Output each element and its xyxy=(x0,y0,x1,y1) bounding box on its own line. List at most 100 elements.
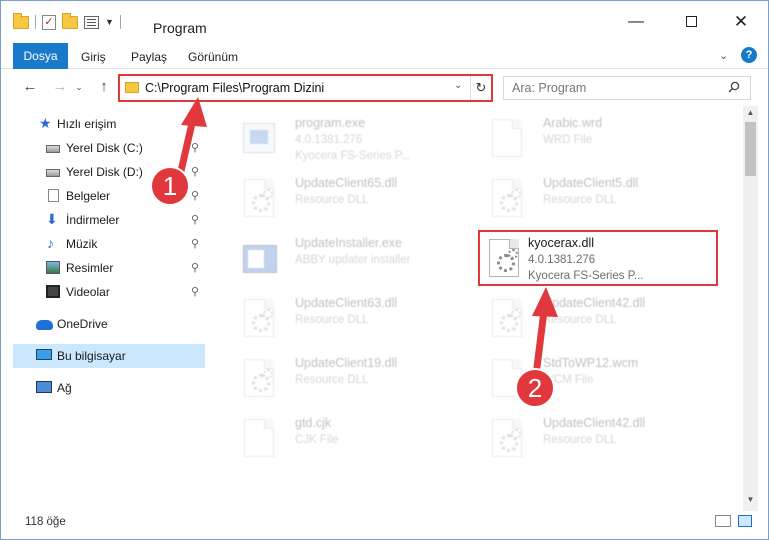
file-item[interactable]: gtd.cjk CJK File xyxy=(225,410,465,466)
search-input[interactable]: Ara: Program xyxy=(503,76,751,100)
file-item-kyocerax[interactable]: kyocerax.dll 4.0.1381.276 Kyocera FS-Ser… xyxy=(478,230,718,286)
file-item[interactable]: UpdateClient65.dll Resource DLL xyxy=(225,170,465,226)
download-icon: ⬇ xyxy=(46,211,58,227)
search-placeholder: Ara: Program xyxy=(512,81,587,95)
minimize-button[interactable]: — xyxy=(621,11,651,33)
file-item[interactable]: Arabic.wrd WRD File xyxy=(473,110,713,166)
documents-icon xyxy=(48,189,59,202)
search-icon[interactable] xyxy=(728,81,740,93)
vertical-scrollbar[interactable]: ▲ ▼ xyxy=(743,106,758,511)
file-version: 4.0.1381.276 xyxy=(528,254,596,266)
recent-locations-button[interactable]: ⌄ xyxy=(73,77,85,97)
file-description: Kyocera FS-Series P... xyxy=(295,150,411,162)
status-bar: 118 öğe xyxy=(1,511,768,539)
address-dropdown-icon[interactable]: ⌄ xyxy=(454,80,462,91)
tab-file[interactable]: Dosya xyxy=(13,43,68,69)
forward-button[interactable]: → xyxy=(49,77,71,97)
pin-icon[interactable]: ⚲ xyxy=(191,184,199,208)
file-description: Kyocera FS-Series P... xyxy=(528,270,644,282)
address-path[interactable]: C:\Program Files\Program Dizini xyxy=(145,81,324,95)
up-button[interactable]: ↑ xyxy=(93,77,115,97)
file-name: program.exe xyxy=(295,116,366,130)
videos-icon xyxy=(46,285,60,298)
sidebar-item-onedrive[interactable]: OneDrive xyxy=(13,312,205,336)
sidebar-item-local-disk-d[interactable]: Yerel Disk (D:) ⚲ xyxy=(13,160,205,184)
sidebar-item-label: OneDrive xyxy=(57,317,108,331)
sidebar-item-documents[interactable]: Belgeler ⚲ xyxy=(13,184,205,208)
pin-icon[interactable]: ⚲ xyxy=(191,280,199,304)
sidebar-item-label: Müzik xyxy=(66,237,98,251)
file-item[interactable]: UpdateInstaller.exe ABBY updater install… xyxy=(225,230,465,286)
music-icon: ♪ xyxy=(47,235,54,251)
maximize-icon xyxy=(685,16,697,27)
file-name: UpdateClient65.dll xyxy=(295,176,398,190)
sidebar-item-pictures[interactable]: Resimler ⚲ xyxy=(13,256,205,280)
sidebar-item-label: Resimler xyxy=(66,261,114,275)
customize-toolbar-arrow-icon[interactable]: ▼ xyxy=(105,17,114,27)
sidebar-item-label: Hızlı erişim xyxy=(57,117,117,131)
sidebar-item-label: Videolar xyxy=(66,285,110,299)
dll-icon xyxy=(241,297,277,341)
file-type: Resource DLL xyxy=(543,314,617,326)
folder-icon xyxy=(125,82,139,93)
close-button[interactable]: ✕ xyxy=(726,11,756,33)
file-name: UpdateClient42.dll xyxy=(543,416,646,430)
tab-view[interactable]: Görünüm xyxy=(178,46,248,68)
file-type: WCM File xyxy=(543,374,594,386)
back-button[interactable]: ← xyxy=(19,77,41,97)
file-item[interactable]: UpdateClient63.dll Resource DLL xyxy=(225,290,465,346)
help-icon[interactable]: ? xyxy=(741,47,757,63)
dll-icon xyxy=(241,357,277,401)
sidebar-item-network[interactable]: Ağ xyxy=(13,376,205,400)
tab-share[interactable]: Paylaş xyxy=(121,46,177,68)
file-type: Resource DLL xyxy=(543,194,617,206)
computer-icon xyxy=(36,349,52,360)
file-item[interactable]: UpdateClient42.dll Resource DLL xyxy=(473,410,713,466)
properties-icon[interactable] xyxy=(84,15,99,29)
explorer-window: ✓ ▼ Program — ✕ Dosya Giriş Paylaş Görün… xyxy=(0,0,769,540)
address-bar[interactable]: C:\Program Files\Program Dizini ⌄ ↻ xyxy=(118,74,493,102)
refresh-button[interactable]: ↻ xyxy=(470,76,491,100)
new-folder-icon[interactable] xyxy=(62,12,78,29)
quick-access-toolbar: ✓ ▼ xyxy=(13,12,121,32)
file-type: Resource DLL xyxy=(295,314,369,326)
sidebar-item-label: Belgeler xyxy=(66,189,111,203)
sidebar-item-quick-access[interactable]: ★ Hızlı erişim xyxy=(13,112,205,136)
sidebar-item-this-pc[interactable]: Bu bilgisayar xyxy=(13,344,205,368)
sidebar-item-label: Bu bilgisayar xyxy=(57,349,126,363)
scroll-up-arrow-icon[interactable]: ▲ xyxy=(743,108,758,120)
scroll-down-arrow-icon[interactable]: ▼ xyxy=(743,495,758,507)
file-name: Arabic.wrd xyxy=(543,116,603,130)
file-item[interactable]: UpdateClient5.dll Resource DLL xyxy=(473,170,713,226)
page-icon xyxy=(241,417,277,461)
tiles-view-icon[interactable] xyxy=(738,515,752,527)
sidebar-item-videos[interactable]: Videolar ⚲ xyxy=(13,280,205,304)
maximize-button[interactable] xyxy=(676,11,706,33)
file-type: Resource DLL xyxy=(543,434,617,446)
sidebar-item-music[interactable]: ♪ Müzik ⚲ xyxy=(13,232,205,256)
disk-icon xyxy=(46,145,60,153)
ribbon-tabs: Dosya Giriş Paylaş Görünüm ⌄ ? xyxy=(1,43,768,69)
file-type: Resource DLL xyxy=(295,374,369,386)
tab-home[interactable]: Giriş xyxy=(71,46,116,68)
sidebar-item-local-disk-c[interactable]: Yerel Disk (C:) ⚲ xyxy=(13,136,205,160)
sidebar-item-label: İndirmeler xyxy=(66,213,120,227)
pin-icon[interactable]: ⚲ xyxy=(191,136,199,160)
expand-ribbon-icon[interactable]: ⌄ xyxy=(719,49,728,62)
file-item[interactable]: program.exe 4.0.1381.276 Kyocera FS-Seri… xyxy=(225,110,465,166)
sidebar-item-downloads[interactable]: ⬇ İndirmeler ⚲ xyxy=(13,208,205,232)
pin-icon[interactable]: ⚲ xyxy=(191,208,199,232)
file-name: StdToWP12.wcm xyxy=(543,356,639,370)
file-item[interactable]: UpdateClient19.dll Resource DLL xyxy=(225,350,465,406)
navigation-bar: ← → ⌄ ↑ C:\Program Files\Program Dizini … xyxy=(1,70,768,104)
pin-icon[interactable]: ⚲ xyxy=(191,256,199,280)
pin-icon[interactable]: ⚲ xyxy=(191,232,199,256)
pin-icon[interactable]: ⚲ xyxy=(191,160,199,184)
toolbar-divider xyxy=(119,15,121,29)
checkmark-icon[interactable]: ✓ xyxy=(42,14,56,30)
details-view-icon[interactable] xyxy=(715,515,731,527)
installer-icon xyxy=(241,237,277,281)
file-item[interactable]: UpdateClient42.dll Resource DLL xyxy=(473,290,713,346)
file-item[interactable]: StdToWP12.wcm WCM File xyxy=(473,350,713,406)
scrollbar-thumb[interactable] xyxy=(745,122,756,176)
